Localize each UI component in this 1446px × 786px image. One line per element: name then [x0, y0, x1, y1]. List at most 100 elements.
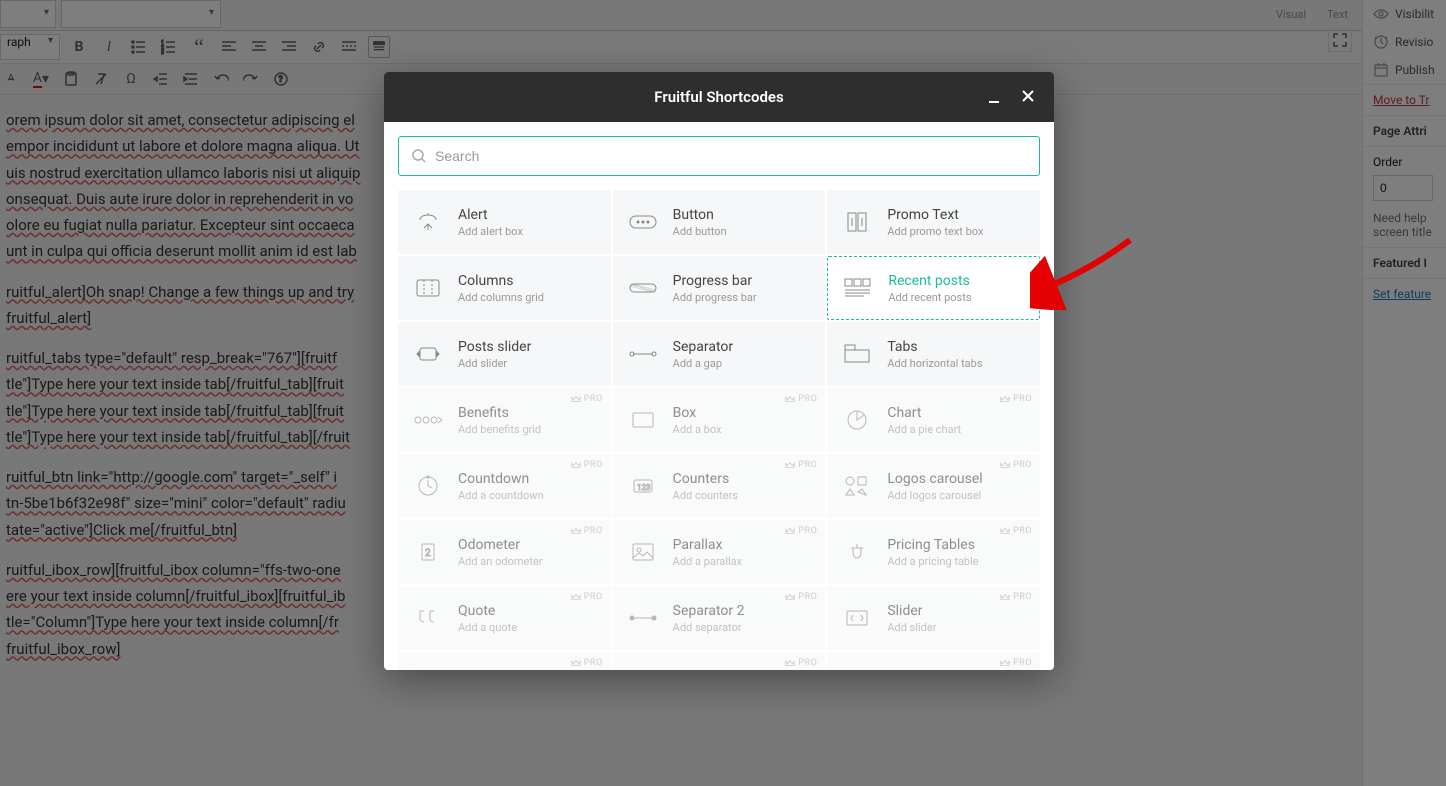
shortcode-card-alert[interactable]: Alert Add alert box	[398, 190, 611, 254]
modal-header: Fruitful Shortcodes	[384, 72, 1054, 122]
svg-text:123: 123	[637, 483, 651, 492]
pro-badge: PRO	[1000, 460, 1032, 470]
shortcode-card-countdown[interactable]: Countdown Add a countdown PRO	[398, 454, 611, 518]
card-title: Promo Text	[887, 206, 983, 224]
pro-badge: PRO	[785, 658, 817, 668]
shortcode-card-chart[interactable]: Chart Add a pie chart PRO	[827, 388, 1040, 452]
card-subtitle: Add slider	[887, 621, 936, 634]
card-subtitle: Add a countdown	[458, 489, 544, 502]
card-title: Button	[673, 206, 727, 224]
card-subtitle: Add benefits grid	[458, 423, 541, 436]
card-icon: 123	[627, 470, 659, 502]
pro-badge: PRO	[1000, 592, 1032, 602]
shortcode-card-counters[interactable]: 123 Counters Add counters PRO	[613, 454, 826, 518]
shortcode-card-columns[interactable]: Columns Add columns grid	[398, 256, 611, 320]
card-subtitle: Add alert box	[458, 225, 523, 238]
pro-badge: PRO	[1000, 526, 1032, 536]
card-icon	[842, 272, 874, 304]
card-icon: 2	[412, 536, 444, 568]
card-title: Slider	[887, 602, 936, 620]
card-subtitle: Add a parallax	[673, 555, 742, 568]
card-title: Pricing Tables	[887, 536, 978, 554]
pro-badge: PRO	[1000, 658, 1032, 668]
card-icon	[412, 272, 444, 304]
card-icon	[412, 338, 444, 370]
card-title: Alert	[458, 206, 523, 224]
card-icon	[412, 206, 444, 238]
card-title: Benefits	[458, 404, 541, 422]
card-icon	[627, 536, 659, 568]
close-button[interactable]	[1018, 86, 1038, 106]
shortcode-card-parallax[interactable]: Parallax Add a parallax PRO	[613, 520, 826, 584]
search-wrap	[398, 136, 1040, 176]
card-icon	[627, 404, 659, 436]
card-title: Odometer	[458, 536, 543, 554]
card-subtitle: Add promo text box	[887, 225, 983, 238]
card-subtitle: Add recent posts	[888, 291, 971, 304]
shortcode-card-pricing-tables[interactable]: Pricing Tables Add a pricing table PRO	[827, 520, 1040, 584]
card-title: Quote	[458, 602, 517, 620]
shortcode-card-tabs[interactable]: Tabs Add horizontal tabs	[827, 322, 1040, 386]
card-title: Tabs	[887, 338, 982, 356]
pro-badge: PRO	[785, 460, 817, 470]
pro-badge: PRO	[1000, 394, 1032, 404]
card-icon	[412, 404, 444, 436]
card-subtitle: Add slider	[458, 357, 531, 370]
shortcode-card-posts-slider[interactable]: Posts slider Add slider	[398, 322, 611, 386]
card-subtitle: Add horizontal tabs	[887, 357, 982, 370]
shortcode-card-separator[interactable]: Separator Add a gap	[613, 322, 826, 386]
card-icon	[841, 602, 873, 634]
card-icon	[841, 470, 873, 502]
card-subtitle: Add a pie chart	[887, 423, 961, 436]
shortcode-card-logos-carousel[interactable]: Logos carousel Add logos carousel PRO	[827, 454, 1040, 518]
card-title: Logos carousel	[887, 470, 982, 488]
shortcode-card-partial[interactable]: PRO	[613, 652, 826, 670]
shortcode-card-recent-posts[interactable]: Recent posts Add recent posts	[827, 256, 1040, 320]
card-icon	[841, 536, 873, 568]
card-title: Progress bar	[673, 272, 757, 290]
card-subtitle: Add a gap	[673, 357, 733, 370]
pro-badge: PRO	[571, 592, 603, 602]
shortcode-card-promo-text[interactable]: Promo Text Add promo text box	[827, 190, 1040, 254]
shortcode-card-quote[interactable]: Quote Add a quote PRO	[398, 586, 611, 650]
card-title: Columns	[458, 272, 544, 290]
card-icon	[841, 206, 873, 238]
card-title: Separator 2	[673, 602, 745, 620]
minimize-button[interactable]	[984, 88, 1004, 108]
shortcode-card-box[interactable]: Box Add a box PRO	[613, 388, 826, 452]
shortcode-card-slider[interactable]: Slider Add slider PRO	[827, 586, 1040, 650]
card-subtitle: Add an odometer	[458, 555, 543, 568]
pro-badge: PRO	[571, 526, 603, 536]
pro-badge: PRO	[571, 658, 603, 668]
card-icon	[627, 206, 659, 238]
card-icon	[627, 602, 659, 634]
shortcode-card-benefits[interactable]: Benefits Add benefits grid PRO	[398, 388, 611, 452]
card-title: Counters	[673, 470, 738, 488]
search-input[interactable]	[435, 148, 1027, 164]
card-subtitle: Add a box	[673, 423, 722, 436]
card-icon	[412, 470, 444, 502]
card-title: Countdown	[458, 470, 544, 488]
card-icon	[841, 338, 873, 370]
pro-badge: PRO	[785, 592, 817, 602]
card-subtitle: Add a pricing table	[887, 555, 978, 568]
card-icon	[627, 338, 659, 370]
card-subtitle: Add a quote	[458, 621, 517, 634]
shortcode-card-progress-bar[interactable]: Progress bar Add progress bar	[613, 256, 826, 320]
shortcode-card-partial[interactable]: PRO	[398, 652, 611, 670]
shortcode-card-odometer[interactable]: 2 Odometer Add an odometer PRO	[398, 520, 611, 584]
card-subtitle: Add counters	[673, 489, 738, 502]
shortcodes-modal: Fruitful Shortcodes Alert Add alert box …	[384, 72, 1054, 670]
shortcode-card-button[interactable]: Button Add button	[613, 190, 826, 254]
card-subtitle: Add columns grid	[458, 291, 544, 304]
card-icon	[841, 404, 873, 436]
card-icon	[627, 272, 659, 304]
card-title: Parallax	[673, 536, 742, 554]
shortcode-card-partial[interactable]: PRO	[827, 652, 1040, 670]
card-icon	[412, 602, 444, 634]
shortcode-card-separator-2[interactable]: Separator 2 Add separator PRO	[613, 586, 826, 650]
card-subtitle: Add button	[673, 225, 727, 238]
pro-badge: PRO	[571, 394, 603, 404]
svg-text:2: 2	[425, 548, 431, 559]
card-title: Posts slider	[458, 338, 531, 356]
